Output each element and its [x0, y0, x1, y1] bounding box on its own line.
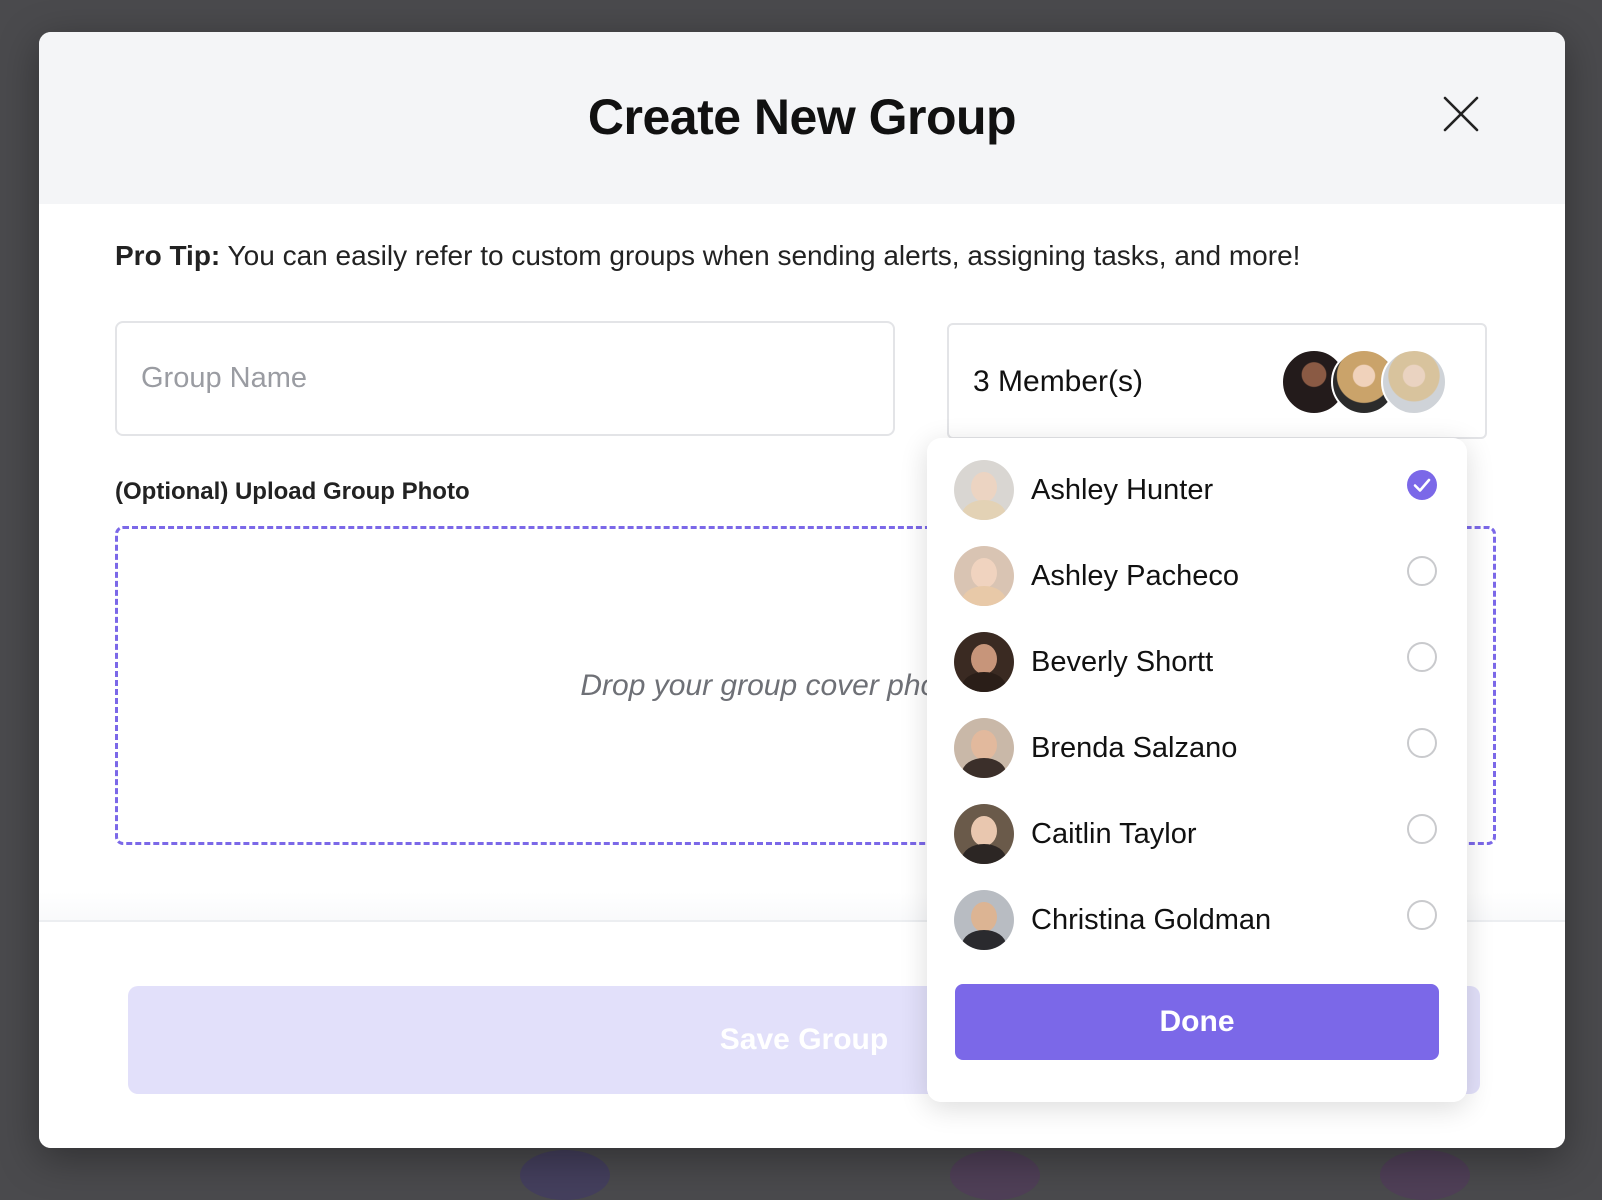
upload-label: (Optional) Upload Group Photo [115, 478, 470, 505]
avatar [954, 804, 1014, 864]
avatar [954, 718, 1014, 778]
member-name: Christina Goldman [1031, 904, 1272, 936]
check-icon [1413, 478, 1431, 492]
members-dropdown: Ashley Hunter Ashley Pacheco Beverly Sho… [927, 438, 1467, 1102]
member-checkbox[interactable] [1407, 814, 1437, 844]
dropdown-footer: Done [927, 958, 1467, 1102]
member-checkbox[interactable] [1407, 470, 1437, 500]
pro-tip: Pro Tip: You can easily refer to custom … [115, 240, 1300, 272]
modal-title: Create New Group [587, 89, 1017, 145]
avatar [954, 632, 1014, 692]
member-name: Beverly Shortt [1031, 646, 1214, 678]
close-icon [1443, 96, 1479, 132]
background-app-button [1380, 1150, 1470, 1200]
member-option[interactable]: Ashley Pacheco [927, 532, 1467, 618]
member-checkbox[interactable] [1407, 728, 1437, 758]
done-button[interactable]: Done [955, 984, 1439, 1060]
member-name: Ashley Pacheco [1031, 560, 1239, 592]
members-selector[interactable]: 3 Member(s) [947, 323, 1487, 439]
member-checkbox[interactable] [1407, 556, 1437, 586]
pro-tip-label: Pro Tip: [115, 240, 221, 271]
member-option[interactable]: Beverly Shortt [927, 618, 1467, 704]
members-count: 3 Member(s) [973, 365, 1144, 398]
member-name: Brenda Salzano [1031, 732, 1238, 764]
group-name-input[interactable] [115, 321, 895, 436]
background-app-button [520, 1150, 610, 1200]
modal-header: Create New Group [39, 32, 1565, 204]
background-app-button [950, 1150, 1040, 1200]
member-option[interactable]: Ashley Hunter [927, 446, 1467, 532]
avatar [954, 460, 1014, 520]
avatar [954, 890, 1014, 950]
member-name: Ashley Hunter [1031, 474, 1214, 506]
avatar [1381, 349, 1447, 415]
member-avatar-stack [1281, 349, 1447, 415]
member-option[interactable]: Caitlin Taylor [927, 790, 1467, 876]
member-checkbox[interactable] [1407, 900, 1437, 930]
member-checkbox[interactable] [1407, 642, 1437, 672]
avatar [954, 546, 1014, 606]
pro-tip-text: You can easily refer to custom groups wh… [220, 240, 1301, 271]
member-option[interactable]: Christina Goldman [927, 876, 1467, 962]
member-option[interactable]: Brenda Salzano [927, 704, 1467, 790]
member-name: Caitlin Taylor [1031, 818, 1197, 850]
member-list: Ashley Hunter Ashley Pacheco Beverly Sho… [927, 438, 1467, 963]
close-button[interactable] [1441, 94, 1481, 134]
